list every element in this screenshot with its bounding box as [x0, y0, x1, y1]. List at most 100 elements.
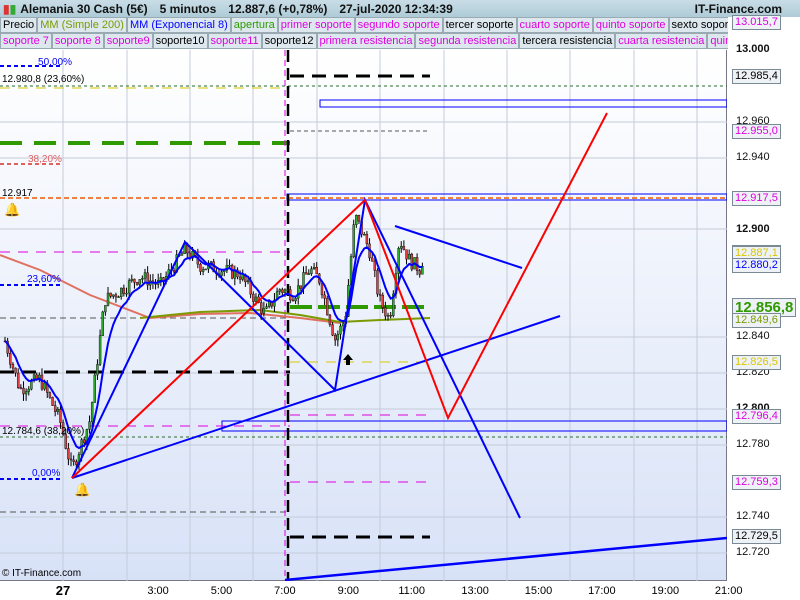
- trend-line-blue: [71, 315, 561, 479]
- candle-body: [260, 302, 263, 314]
- up-arrow-icon: [343, 354, 353, 365]
- price-label: 12.849,6: [732, 313, 781, 329]
- candle-body: [72, 459, 75, 462]
- legend-item[interactable]: tercer soporte: [442, 17, 517, 33]
- time-tick: 5:00: [210, 585, 233, 597]
- legend-item[interactable]: primera resistencia: [316, 33, 416, 49]
- candle-body: [40, 374, 44, 390]
- candle-body: [238, 276, 242, 280]
- legend-row-1: Precio MM (Simple 200) MM (Exponencial 8) a…: [0, 17, 730, 33]
- legend-item[interactable]: apertura: [230, 17, 278, 33]
- candle-body: [127, 280, 131, 294]
- datetime: 27-jul-2020 12:34:39: [339, 1, 453, 16]
- candle-body: [220, 271, 223, 276]
- legend-item[interactable]: cuarta resistencia: [615, 33, 708, 49]
- time-tick: 21:00: [714, 585, 743, 597]
- legend-item[interactable]: soporte10: [152, 33, 208, 49]
- fib-236-label: 23,60%: [27, 274, 61, 285]
- bell-icon[interactable]: 🔔: [74, 482, 90, 498]
- candle-body: [418, 270, 421, 275]
- candle-body: [159, 277, 163, 281]
- legend-item[interactable]: quinta: [707, 33, 730, 49]
- price-label: 12.796,4: [732, 408, 781, 424]
- candle-body: [341, 323, 345, 327]
- drawings: [71, 112, 727, 581]
- price-chart[interactable]: 50,00% 12.980,8 (23,60%) 38,20% 12.917 🔔…: [0, 50, 727, 581]
- candle-body: [331, 324, 334, 336]
- candle-body: [278, 289, 281, 292]
- candle-body: [204, 268, 207, 271]
- candle-body: [75, 461, 78, 465]
- candle-body: [265, 306, 268, 309]
- price-label: 12.729,5: [732, 528, 781, 544]
- candle-body: [283, 289, 287, 293]
- candle-body: [307, 273, 310, 275]
- candle-body: [51, 397, 54, 406]
- candle-body: [14, 367, 17, 374]
- legend-item[interactable]: soporte11: [207, 33, 262, 49]
- legend-item[interactable]: cuarto soporte: [516, 17, 593, 33]
- legend-item[interactable]: primer soporte: [277, 17, 355, 33]
- legend-item[interactable]: segunda resistencia: [415, 33, 520, 49]
- bell-icon[interactable]: 🔔: [4, 202, 20, 218]
- fib-382-bottom-label: 12.784,6 (38,20%): [2, 426, 85, 437]
- candle-body: [172, 269, 176, 273]
- candle-body: [130, 278, 133, 281]
- candle-body: [254, 296, 258, 302]
- candles-icon: ▮▮: [3, 1, 17, 16]
- legend-item[interactable]: MM (Exponencial 8): [126, 17, 231, 33]
- candle-body: [138, 279, 141, 285]
- candle-body: [323, 294, 326, 299]
- candle-body: [53, 405, 57, 412]
- candle-body: [299, 285, 303, 289]
- candle-body: [96, 364, 99, 376]
- trend-line-red: [71, 112, 608, 479]
- candle-body: [122, 287, 126, 294]
- candle-body: [48, 392, 52, 398]
- candle-body: [328, 314, 332, 325]
- price-tick: 12.740: [736, 509, 770, 522]
- candle-body: [262, 308, 266, 314]
- price-tick: 12.840: [736, 330, 770, 343]
- legend-item[interactable]: sexto soporte: [668, 17, 730, 33]
- candle-body: [98, 335, 102, 365]
- candle-body: [230, 265, 234, 279]
- legend-item[interactable]: soporte 7: [0, 33, 52, 49]
- grid: [0, 50, 727, 581]
- candle-body: [304, 272, 308, 275]
- resistance-zone: [319, 99, 727, 108]
- candle-body: [310, 268, 313, 274]
- fib-382-label: 38,20%: [28, 154, 62, 165]
- candle-body: [112, 294, 115, 297]
- candle-body: [400, 246, 403, 249]
- legend-item[interactable]: soporte 8: [51, 33, 104, 49]
- candle-body: [386, 315, 390, 317]
- candle-body: [355, 215, 358, 225]
- candle-body: [267, 301, 271, 307]
- candle-body: [405, 249, 408, 260]
- candle-body: [199, 263, 202, 272]
- legend-item[interactable]: MM (Simple 200): [37, 17, 127, 33]
- time-tick: 3:00: [147, 585, 169, 597]
- price-tick: 12.940: [736, 150, 770, 163]
- candle-body: [83, 439, 86, 444]
- fib-236-top-label: 12.980,8 (23,60%): [2, 74, 85, 85]
- legend-item[interactable]: Precio: [0, 17, 38, 33]
- legend-item[interactable]: segundo soporte: [354, 17, 443, 33]
- legend-item[interactable]: tercera resistencia: [519, 33, 616, 49]
- price-tick: 12.900: [736, 222, 770, 235]
- legend-item[interactable]: soporte12: [261, 33, 317, 49]
- candle-body: [389, 315, 392, 317]
- candle-body: [312, 266, 316, 270]
- candle-body: [315, 266, 318, 275]
- candle-body: [357, 215, 361, 222]
- legend-item[interactable]: quinto soporte: [592, 17, 669, 33]
- candle-body: [378, 293, 382, 296]
- candle-body: [252, 293, 255, 302]
- candle-body: [109, 292, 112, 297]
- trend-line-blue: [284, 536, 727, 581]
- legend-item[interactable]: soporte9: [103, 33, 153, 49]
- legend-row-2: soporte 7 soporte 8 soporte9 soporte10 sopor…: [0, 33, 730, 49]
- candle-body: [297, 285, 300, 299]
- price-label: 13.015,7: [732, 14, 781, 30]
